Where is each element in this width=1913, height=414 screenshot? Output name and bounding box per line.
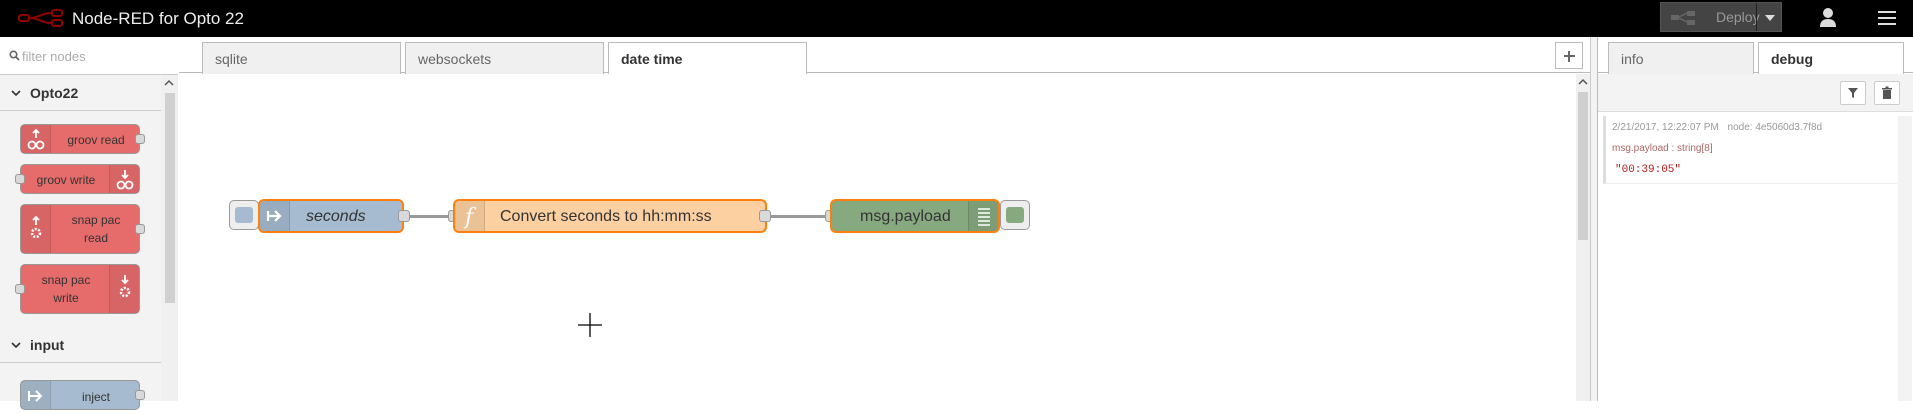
palette-node-label: groov read xyxy=(67,133,125,147)
output-port[interactable] xyxy=(759,210,771,222)
debug-message-meta: 2/21/2017, 12:22:07 PM node: 4e5060d3.7f… xyxy=(1612,122,1822,133)
workspace-tabs: sqlite websockets date time xyxy=(179,37,1590,74)
chevron-down-icon xyxy=(11,342,21,349)
palette-search xyxy=(0,37,178,75)
debug-timestamp: 2/21/2017, 12:22:07 PM xyxy=(1612,122,1719,133)
palette-category-opto22[interactable]: Opto22 xyxy=(0,75,161,111)
tab-label: info xyxy=(1621,51,1644,67)
tab-date-time[interactable]: date time xyxy=(608,42,807,74)
deploy-flow-icon xyxy=(1671,11,1695,25)
flow-node-seconds[interactable]: seconds xyxy=(258,199,404,233)
palette-node-label: snap pac read xyxy=(51,211,141,247)
inject-trigger-button[interactable] xyxy=(229,200,259,230)
tab-websockets[interactable]: websockets xyxy=(405,42,604,74)
tab-label: date time xyxy=(621,51,683,67)
category-label: input xyxy=(30,337,65,353)
deploy-button[interactable]: Deploy xyxy=(1660,2,1782,32)
debug-value[interactable]: "00:39:05" xyxy=(1615,164,1681,176)
palette-node-snap-pac-read[interactable]: snap pac read xyxy=(20,204,145,254)
node-label: Convert seconds to hh:mm:ss xyxy=(500,208,712,225)
tab-info[interactable]: info xyxy=(1608,42,1754,74)
palette-category-input[interactable]: input xyxy=(0,327,161,363)
filter-icon xyxy=(1848,88,1858,98)
inject-trigger-indicator xyxy=(235,207,253,223)
scrollbar-thumb[interactable] xyxy=(1578,92,1588,240)
output-port xyxy=(135,390,145,400)
debug-toggle-button[interactable] xyxy=(1000,200,1030,230)
user-menu-button[interactable] xyxy=(1808,0,1848,37)
debug-toolbar xyxy=(1598,74,1913,112)
filter-nodes-input[interactable] xyxy=(22,46,170,66)
node-label: msg.payload xyxy=(860,208,951,225)
output-port xyxy=(135,224,145,234)
debug-toggle-indicator xyxy=(1006,207,1024,223)
deploy-menu-caret-icon[interactable] xyxy=(1756,3,1782,31)
flow-canvas[interactable] xyxy=(179,74,1575,401)
debug-message[interactable]: 2/21/2017, 12:22:07 PM node: 4e5060d3.7f… xyxy=(1603,116,1897,184)
palette-scrollbar[interactable] xyxy=(161,75,178,401)
scrollbar-thumb[interactable] xyxy=(165,93,175,303)
label-line: read xyxy=(83,231,109,245)
crosshair-cursor-icon xyxy=(578,313,602,337)
label-line: snap pac xyxy=(41,273,91,287)
category-label: Opto22 xyxy=(30,85,79,101)
add-flow-tab-button[interactable] xyxy=(1555,42,1583,69)
deploy-label: Deploy xyxy=(1716,9,1760,25)
output-port[interactable] xyxy=(398,210,410,222)
tab-label: sqlite xyxy=(215,51,248,67)
debug-node-id[interactable]: node: 4e5060d3.7f8d xyxy=(1728,122,1823,133)
hamburger-icon-bar xyxy=(1878,23,1896,25)
snap-pac-write-icon xyxy=(109,265,139,313)
hamburger-icon-bar xyxy=(1878,17,1896,19)
palette-node-groov-write[interactable]: groov write xyxy=(15,164,140,194)
output-port xyxy=(135,134,145,144)
tab-label: debug xyxy=(1771,51,1813,67)
header-bar: Node-RED for Opto 22 Deploy xyxy=(0,0,1913,37)
palette-node-inject[interactable]: inject xyxy=(20,380,145,410)
scroll-up-arrow-icon[interactable] xyxy=(164,78,174,88)
debug-scrollbar[interactable] xyxy=(1898,116,1912,401)
svg-text:f: f xyxy=(463,205,477,230)
debug-property: msg.payload : string[8] xyxy=(1612,143,1713,154)
tab-label: websockets xyxy=(418,51,492,67)
groov-read-icon xyxy=(21,125,51,153)
user-icon xyxy=(1820,8,1836,27)
palette-node-label: groov write xyxy=(36,173,96,187)
label-line: snap pac xyxy=(71,213,121,227)
chevron-down-icon xyxy=(11,90,21,97)
debug-filter-button[interactable] xyxy=(1840,81,1866,105)
sidebar-tabs: info debug xyxy=(1598,37,1913,74)
hamburger-icon xyxy=(1878,11,1896,13)
sidebar-resize-handle[interactable] xyxy=(1590,37,1597,401)
flow-node-convert-seconds[interactable]: f Convert seconds to hh:mm:ss xyxy=(453,199,767,233)
palette-node-label: inject xyxy=(81,390,110,404)
wire[interactable] xyxy=(771,215,831,218)
node-palette: Opto22 groov read groov write snap pac re… xyxy=(0,37,178,410)
palette-node-groov-read[interactable]: groov read xyxy=(20,124,145,154)
snap-pac-read-icon xyxy=(21,205,51,253)
search-icon xyxy=(9,50,20,61)
canvas-scrollbar[interactable] xyxy=(1576,74,1590,401)
node-red-logo-icon xyxy=(18,9,63,27)
label-line: write xyxy=(53,291,79,305)
palette-node-label: snap pac write xyxy=(21,271,111,307)
tab-debug[interactable]: debug xyxy=(1758,42,1904,74)
function-icon: f xyxy=(455,201,485,231)
main-menu-button[interactable] xyxy=(1868,0,1908,37)
inject-arrow-icon xyxy=(260,201,290,231)
app-title: Node-RED for Opto 22 xyxy=(72,9,244,28)
trash-icon xyxy=(1882,86,1892,99)
tab-sqlite[interactable]: sqlite xyxy=(202,42,401,74)
inject-arrow-icon xyxy=(21,381,51,409)
scroll-up-arrow-icon[interactable] xyxy=(1578,77,1588,87)
debug-clear-button[interactable] xyxy=(1874,81,1900,105)
node-label: seconds xyxy=(306,208,366,225)
debug-list-icon xyxy=(968,201,998,231)
sidebar: info debug 2/21/2017, 12:22:07 PM node: … xyxy=(1597,37,1913,401)
palette-node-snap-pac-write[interactable]: snap pac write xyxy=(15,264,140,314)
flow-node-msg-payload[interactable]: msg.payload xyxy=(830,199,1000,233)
groov-write-icon xyxy=(109,165,139,193)
